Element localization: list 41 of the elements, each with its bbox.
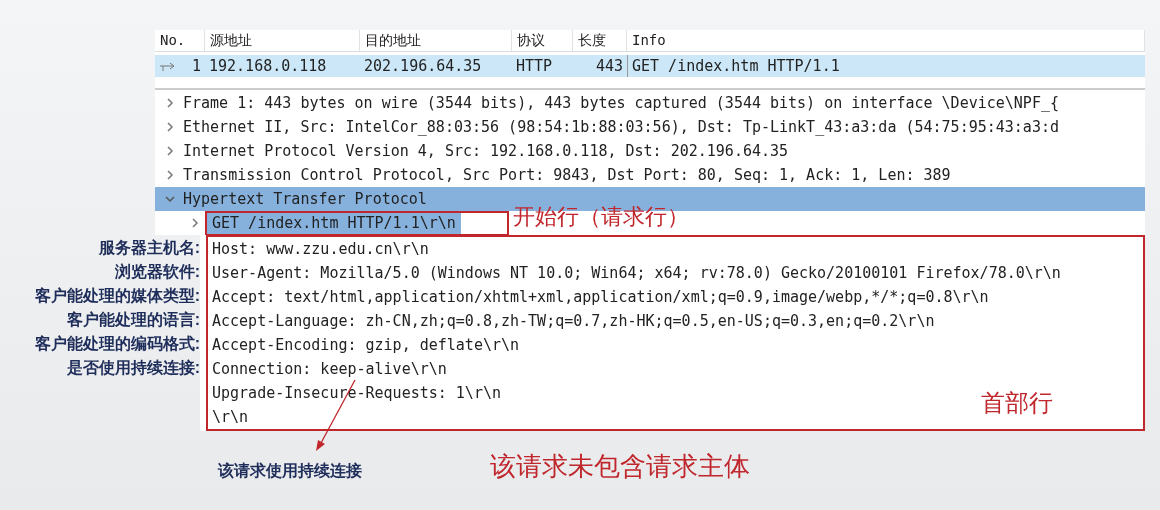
table-cell: 1: [155, 54, 205, 78]
chevron-right-icon[interactable]: [164, 121, 176, 133]
column-header[interactable]: 目的地址: [360, 30, 512, 51]
table-cell-text: HTTP: [515, 55, 554, 77]
table-cell-text: 192.168.0.118: [208, 55, 328, 77]
field-description: 客户能处理的编码格式:: [34, 334, 200, 354]
tree-row[interactable]: Ethernet II, Src: IntelCor_88:03:56 (98:54:1b:88:03:56), Dst: Tp-LinkT_43:a3:da (54:75:95:43:a3:d: [155, 115, 1145, 139]
header-field[interactable]: Accept: text/html,application/xhtml+xml,application/xml;q=0.9,image/webp,*/*;q=0.8\r\n: [212, 285, 989, 309]
chevron-right-icon[interactable]: [164, 97, 176, 109]
header-field[interactable]: Connection: keep-alive\r\n: [212, 357, 447, 381]
column-header[interactable]: 源地址: [205, 30, 360, 51]
column-header[interactable]: No.: [155, 30, 205, 51]
annotation-label: 该请求使用持续连接: [218, 461, 362, 481]
table-cell-text: 443: [594, 55, 624, 77]
annotation-label: 首部行: [981, 388, 1053, 418]
tree-row[interactable]: GET /index.htm HTTP/1.1\r\n: [207, 212, 461, 234]
packet-row[interactable]: 1 192.168.0.118 202.196.64.35 HTTP 443 GET /index.htm HTTP/1.1: [155, 55, 1145, 77]
tree-row[interactable]: Internet Protocol Version 4, Src: 192.168.0.118, Dst: 202.196.64.35: [155, 139, 1145, 163]
header-field[interactable]: User-Agent: Mozilla/5.0 (Windows NT 10.0; Win64; x64; rv:78.0) Gecko/20100101 Firefox/78.0\r\n: [212, 261, 1061, 285]
header-field[interactable]: \r\n: [212, 405, 249, 429]
chevron-right-icon[interactable]: [189, 217, 201, 229]
field-description: 服务器主机名:: [98, 238, 200, 258]
table-cell-text: 202.196.64.35: [363, 55, 483, 77]
request-arrow-icon: [159, 61, 177, 71]
annotation-label: 该请求未包含请求主体: [490, 449, 750, 483]
chevron-right-icon[interactable]: [164, 145, 176, 157]
tree-row[interactable]: Transmission Control Protocol, Src Port: 9843, Dst Port: 80, Seq: 1, Ack: 1, Len: 389: [155, 163, 1145, 187]
field-description: 浏览器软件:: [114, 262, 200, 282]
field-description: 客户能处理的语言:: [66, 310, 200, 330]
header-field[interactable]: Accept-Encoding: gzip, deflate\r\n: [212, 333, 520, 357]
table-cell: GET /index.htm HTTP/1.1: [627, 54, 1145, 78]
tree-row[interactable]: Frame 1: 443 bytes on wire (3544 bits), 443 bytes captured (3544 bits) on interface \Device\NPF_{: [155, 91, 1145, 115]
column-header[interactable]: 长度: [573, 30, 627, 51]
column-header[interactable]: Info: [627, 30, 1145, 51]
chevron-down-icon[interactable]: [164, 193, 176, 205]
chevron-right-icon[interactable]: [164, 169, 176, 181]
header-field[interactable]: Host: www.zzu.edu.cn\r\n: [212, 237, 429, 261]
field-description: 是否使用持续连接:: [66, 358, 200, 378]
header-field[interactable]: Accept-Language: zh-CN,zh;q=0.8,zh-TW;q=0.7,zh-HK;q=0.5,en-US;q=0.3,en;q=0.2\r\n: [212, 309, 935, 333]
field-description: 客户能处理的媒体类型:: [34, 286, 200, 306]
column-header[interactable]: 协议: [512, 30, 573, 51]
